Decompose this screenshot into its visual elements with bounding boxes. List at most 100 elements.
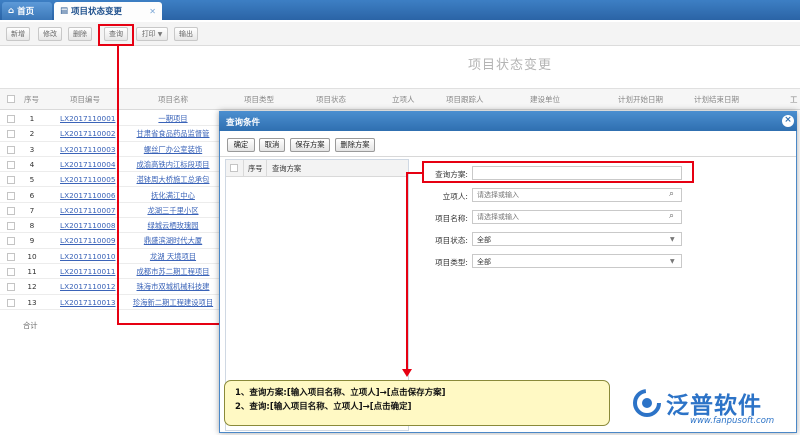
row-checkbox[interactable] bbox=[7, 145, 15, 154]
row-checkbox[interactable] bbox=[7, 160, 15, 169]
chevron-down-icon[interactable]: ▼ bbox=[670, 236, 675, 243]
row-checkbox[interactable] bbox=[7, 130, 15, 139]
grid-total-label: 合计 bbox=[23, 321, 38, 330]
project-name-link[interactable]: 鼎盛滨湖时代大厦 bbox=[126, 236, 220, 246]
project-name-link[interactable]: 龙湖 天境项目 bbox=[126, 252, 220, 262]
initiator-input[interactable] bbox=[472, 188, 682, 202]
project-name-link[interactable]: 螺丝厂办公室装饰 bbox=[126, 145, 220, 155]
search-icon[interactable]: ⌕ bbox=[669, 211, 674, 221]
col-header-code: 项目编号 bbox=[70, 95, 100, 104]
delete-button[interactable]: 删除 bbox=[68, 27, 92, 41]
col-header-tracker: 项目跟踪人 bbox=[446, 95, 484, 104]
project-code-link[interactable]: LX2017110004 bbox=[60, 160, 116, 169]
project-name-input[interactable] bbox=[472, 210, 682, 224]
col-header-no: 序号 bbox=[24, 95, 39, 104]
search-icon[interactable]: ⌕ bbox=[669, 189, 674, 199]
project-status-label: 项目状态: bbox=[435, 236, 468, 245]
project-name-label: 项目名称: bbox=[435, 214, 468, 223]
project-code-link[interactable]: LX2017110007 bbox=[60, 206, 116, 215]
project-code-link[interactable]: LX2017110010 bbox=[60, 252, 116, 261]
project-name-link[interactable]: 成渝高铁内江标段项目 bbox=[126, 160, 220, 170]
print-label: 打印 bbox=[141, 30, 156, 38]
row-number: 4 bbox=[29, 159, 35, 169]
project-code-link[interactable]: LX2017110012 bbox=[60, 282, 116, 291]
project-name-link[interactable]: 抚化满江中心 bbox=[126, 191, 220, 201]
close-icon[interactable]: × bbox=[782, 115, 794, 127]
arrow-down-icon bbox=[402, 369, 412, 377]
project-name-link[interactable]: 成都市苏二期工程项目 bbox=[126, 267, 220, 277]
brand-name: 泛普软件 bbox=[666, 393, 762, 419]
confirm-button[interactable]: 确定 bbox=[227, 138, 255, 152]
project-name-link[interactable]: 甘肃省食品药品监督管 bbox=[126, 129, 220, 139]
divider bbox=[266, 160, 267, 177]
project-code-link[interactable]: LX2017110003 bbox=[60, 145, 116, 154]
project-code-link[interactable]: LX2017110005 bbox=[60, 175, 116, 184]
divider bbox=[220, 156, 796, 157]
row-checkbox[interactable] bbox=[7, 298, 15, 307]
project-code-link[interactable]: LX2017110006 bbox=[60, 191, 116, 200]
row-checkbox[interactable] bbox=[7, 176, 15, 185]
row-checkbox[interactable] bbox=[7, 206, 15, 215]
col-header-initiator: 立项人 bbox=[392, 95, 415, 104]
row-checkbox[interactable] bbox=[7, 191, 15, 200]
project-code-link[interactable]: LX2017110002 bbox=[60, 129, 116, 138]
col-header-more: 工 bbox=[790, 95, 798, 104]
dialog-title: 查询条件 bbox=[219, 111, 797, 131]
page-title: 项目状态变更 bbox=[467, 58, 552, 73]
chevron-down-icon[interactable]: ▼ bbox=[670, 258, 675, 265]
project-code-link[interactable]: LX2017110009 bbox=[60, 236, 116, 245]
query-button-highlight bbox=[98, 24, 134, 46]
brand-url: www.fanpusoft.com bbox=[690, 416, 775, 426]
tab-home[interactable]: ⌂ 首页 bbox=[2, 2, 52, 20]
row-checkbox[interactable] bbox=[7, 268, 15, 276]
col-header-type: 项目类型 bbox=[244, 95, 274, 104]
row-number: 11 bbox=[27, 267, 37, 276]
row-number: 8 bbox=[29, 221, 35, 231]
row-checkbox[interactable] bbox=[7, 283, 15, 292]
add-button[interactable]: 新增 bbox=[6, 27, 30, 41]
cancel-button[interactable]: 取消 bbox=[259, 138, 285, 152]
project-name-link[interactable]: 珠海市双城机械科技建 bbox=[126, 282, 220, 292]
select-all-checkbox[interactable] bbox=[7, 95, 15, 103]
annotation-line bbox=[407, 172, 423, 174]
project-name-link[interactable]: 绿城云栖玫瑰园 bbox=[126, 221, 220, 231]
initiator-label: 立项人: bbox=[442, 192, 468, 201]
project-name-link[interactable]: 湛钵周大桥施工总承包 bbox=[126, 175, 220, 185]
row-number: 5 bbox=[29, 175, 35, 185]
row-checkbox[interactable] bbox=[7, 237, 15, 246]
edit-button[interactable]: 修改 bbox=[38, 27, 62, 41]
project-code-link[interactable]: LX2017110001 bbox=[60, 114, 116, 123]
tab-home-label: 首页 bbox=[17, 7, 35, 17]
save-scheme-button[interactable]: 保存方案 bbox=[290, 138, 330, 152]
project-status-select[interactable]: 全部 bbox=[472, 232, 682, 246]
delete-scheme-button[interactable]: 删除方案 bbox=[335, 138, 375, 152]
row-checkbox[interactable] bbox=[7, 222, 15, 231]
export-button[interactable]: 输出 bbox=[174, 27, 198, 41]
project-code-link[interactable]: LX2017110008 bbox=[60, 221, 116, 230]
row-number: 9 bbox=[29, 236, 35, 246]
project-name-link[interactable]: 一期项目 bbox=[126, 114, 220, 124]
project-name-link[interactable]: 龙湖三千里小区 bbox=[126, 206, 220, 216]
divider bbox=[243, 160, 244, 177]
col-header-plan-end: 计划结束日期 bbox=[694, 95, 739, 104]
annotation-line bbox=[117, 46, 119, 325]
row-number: 13 bbox=[27, 297, 37, 307]
col-header-status: 项目状态 bbox=[316, 95, 346, 104]
scheme-name-highlight bbox=[422, 161, 694, 183]
chevron-down-icon: ▼ bbox=[157, 30, 163, 38]
project-status-value: 全部 bbox=[477, 236, 491, 244]
instruction-note: 1、查询方案:[输入项目名称、立项人]→[点击保存方案] 2、查询:[输入项目名… bbox=[224, 380, 610, 426]
scheme-select-all-checkbox[interactable] bbox=[230, 164, 238, 172]
row-checkbox[interactable] bbox=[7, 252, 15, 261]
print-button[interactable]: 打印 ▼ bbox=[136, 27, 168, 41]
annotation-line bbox=[406, 172, 408, 370]
row-checkbox[interactable] bbox=[7, 115, 15, 123]
project-code-link[interactable]: LX2017110011 bbox=[60, 267, 116, 276]
close-icon[interactable]: ✕ bbox=[149, 7, 156, 16]
project-code-link[interactable]: LX2017110013 bbox=[60, 298, 116, 307]
brand-logo-icon bbox=[633, 389, 661, 417]
tab-project-status-change[interactable]: ▤ 项目状态变更 ✕ bbox=[54, 2, 162, 20]
project-name-link[interactable]: 珍海新二期工程建设项目 bbox=[126, 298, 220, 308]
project-type-select[interactable]: 全部 bbox=[472, 254, 682, 268]
row-number: 10 bbox=[27, 251, 37, 261]
